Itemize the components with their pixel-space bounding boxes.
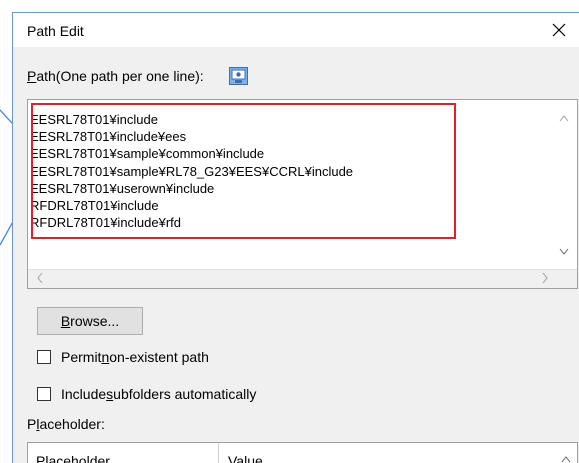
permit-nonexistent-checkbox[interactable] (37, 350, 51, 364)
grid-scroll-up-icon[interactable] (561, 455, 571, 463)
path-edit-dialog: Path Edit Path(One path per one line): E… (12, 12, 579, 463)
permit-label-post: on-existent path (109, 349, 209, 365)
include-label-pre: Include (61, 386, 107, 402)
include-label-post: ubfolders automatically (113, 386, 257, 402)
scroll-down-icon[interactable] (559, 248, 569, 256)
scroll-left-icon[interactable] (36, 272, 44, 284)
close-icon (552, 23, 566, 37)
include-subfolders-option[interactable]: Include s ubfolders automatically (37, 386, 256, 402)
scroll-right-icon[interactable] (541, 272, 549, 284)
browse-accel: B (60, 313, 71, 329)
path-label-accel: P (27, 68, 37, 84)
highlight-box (31, 103, 456, 239)
horizontal-scrollbar[interactable] (28, 269, 577, 288)
placeholder-label-pre: P (27, 416, 37, 432)
permit-label-accel: n (101, 349, 110, 365)
path-label-text: ath(One path per one line): (36, 68, 204, 84)
info-window-icon (229, 67, 248, 85)
placeholder-grid[interactable]: Placeholder Value (27, 442, 578, 463)
permit-label-pre: Permit (61, 349, 102, 365)
permit-nonexistent-option[interactable]: Permit n on-existent path (37, 349, 209, 365)
placeholder-label: Placeholder: (27, 416, 105, 432)
path-label: Path(One path per one line): (27, 68, 204, 84)
macro-help-icon[interactable] (229, 67, 248, 85)
scroll-up-icon[interactable] (559, 114, 569, 122)
column-header-placeholder[interactable]: Placeholder (36, 453, 110, 463)
browse-label: rowse... (70, 313, 120, 329)
title-bar: Path Edit (13, 13, 579, 47)
include-label-accel: s (106, 386, 114, 402)
column-header-value[interactable]: Value (228, 453, 263, 463)
include-subfolders-checkbox[interactable] (37, 387, 51, 401)
column-separator[interactable] (218, 443, 219, 463)
browse-button[interactable]: Browse... (37, 307, 143, 335)
dialog-title: Path Edit (27, 23, 84, 39)
close-button[interactable] (539, 13, 579, 47)
path-textarea[interactable]: EESRL78T01¥include EESRL78T01¥include¥ee… (27, 99, 578, 289)
placeholder-label-post: aceholder: (39, 416, 105, 432)
